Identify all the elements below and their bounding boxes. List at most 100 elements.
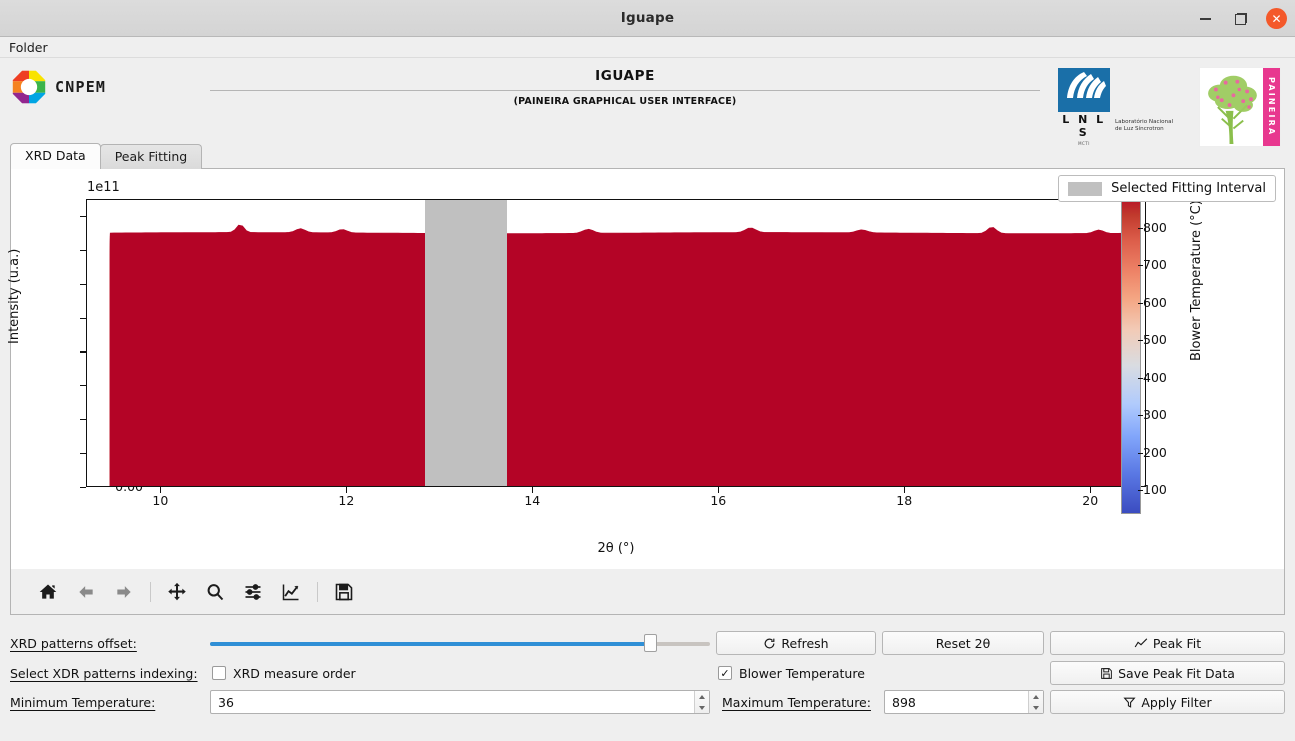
close-icon[interactable]: ✕ xyxy=(1266,8,1287,29)
y-axis-offset-text: 1e11 xyxy=(87,180,120,195)
save-icon xyxy=(1101,667,1112,679)
tab-bar: XRD Data Peak Fitting xyxy=(10,143,203,169)
toolbar-separator xyxy=(150,581,151,602)
tab-peak-fitting[interactable]: Peak Fitting xyxy=(99,144,203,169)
x-tick-mark xyxy=(904,487,906,493)
reset-2theta-button[interactable]: Reset 2θ xyxy=(882,631,1044,655)
x-tick-label: 12 xyxy=(338,493,355,508)
maximum-temperature-spinbox[interactable]: 898 xyxy=(884,690,1044,714)
apply-filter-button-label: Apply Filter xyxy=(1141,694,1212,710)
x-tick-label: 18 xyxy=(896,493,913,508)
app-title-block: IGUAPE (PAINEIRA GRAPHICAL USER INTERFAC… xyxy=(210,68,1040,107)
colorbar-tick-label: 600 xyxy=(1138,294,1167,310)
menu-bar: Folder xyxy=(0,37,1295,58)
subplot-config-icon[interactable] xyxy=(238,577,268,607)
colorbar-tick-label: 100 xyxy=(1138,482,1167,498)
home-icon[interactable] xyxy=(33,577,63,607)
plot-axes[interactable] xyxy=(86,199,1146,487)
refresh-icon xyxy=(764,638,775,648)
legend-label-fitting-interval: Selected Fitting Interval xyxy=(1111,181,1266,196)
x-tick-label: 20 xyxy=(1082,493,1099,508)
colorbar-gradient xyxy=(1121,191,1141,514)
lnls-logo: L N L S MCTI Laboratório Nacional de Luz… xyxy=(1058,68,1177,146)
colorbar-tick-label: 800 xyxy=(1138,219,1167,235)
minimum-temperature-value[interactable]: 36 xyxy=(211,695,694,710)
app-title: IGUAPE xyxy=(595,68,655,84)
paineira-banner: PAINEIRA xyxy=(1263,68,1280,146)
zoom-icon[interactable] xyxy=(200,577,230,607)
y-tick-mark xyxy=(80,487,86,489)
xrd-measure-order-checkbox[interactable]: XRD measure order xyxy=(212,666,356,681)
max-temp-step-down[interactable] xyxy=(1029,702,1043,713)
x-tick-label: 10 xyxy=(152,493,169,508)
selected-fitting-interval-band xyxy=(425,200,508,486)
matplotlib-toolbar xyxy=(11,569,1284,614)
paineira-logo: PAINEIRA xyxy=(1199,67,1281,147)
title-bar: Iguape ✕ xyxy=(0,0,1295,37)
lnls-caption: Laboratório Nacional de Luz Síncrotron xyxy=(1115,118,1174,133)
bottom-controls: XRD patterns offset: Refresh Reset 2θ Pe… xyxy=(0,622,1295,741)
peak-fit-button-label: Peak Fit xyxy=(1152,635,1202,651)
save-peak-fit-data-button[interactable]: Save Peak Fit Data xyxy=(1050,661,1285,685)
x-tick-label: 16 xyxy=(710,493,727,508)
paineira-label: PAINEIRA xyxy=(1267,77,1276,137)
minimum-temperature-steppers[interactable] xyxy=(694,691,709,713)
colorbar-tick-label: 200 xyxy=(1138,444,1167,460)
minimize-icon[interactable] xyxy=(1194,8,1216,30)
blower-temperature-label: Blower Temperature xyxy=(739,665,865,681)
window-controls: ✕ xyxy=(1194,0,1287,37)
maximum-temperature-steppers[interactable] xyxy=(1028,691,1043,713)
x-axis-label: 2θ (°) xyxy=(597,541,635,556)
cnpem-logo-text: CNPEM xyxy=(55,78,107,96)
maximize-icon[interactable] xyxy=(1230,8,1252,30)
save-peak-fit-data-button-label: Save Peak Fit Data xyxy=(1118,665,1235,681)
lnls-letters: L N L S xyxy=(1062,113,1106,139)
apply-filter-button[interactable]: Apply Filter xyxy=(1050,690,1285,714)
refresh-button-label: Refresh xyxy=(781,635,829,651)
lnls-footer: MCTI xyxy=(1078,141,1090,146)
app-header: CNPEM IGUAPE (PAINEIRA GRAPHICAL USER IN… xyxy=(0,58,1295,147)
refresh-button[interactable]: Refresh xyxy=(716,631,876,655)
x-tick-label: 14 xyxy=(524,493,541,508)
peak-fit-button[interactable]: Peak Fit xyxy=(1050,631,1285,655)
save-icon[interactable] xyxy=(329,577,359,607)
window-title: Iguape xyxy=(620,10,675,26)
peak-fit-icon xyxy=(1134,637,1148,647)
max-temp-step-up[interactable] xyxy=(1029,691,1043,702)
slider-handle[interactable] xyxy=(644,634,657,652)
x-tick-mark xyxy=(1090,487,1092,493)
min-temp-step-down[interactable] xyxy=(695,702,709,713)
maximum-temperature-value[interactable]: 898 xyxy=(885,695,1028,710)
plot-legend: Selected Fitting Interval xyxy=(1058,175,1276,202)
edit-curve-icon[interactable] xyxy=(276,577,306,607)
toolbar-separator-2 xyxy=(317,581,318,602)
paineira-tree-icon xyxy=(1200,68,1263,146)
waterfall-curves xyxy=(109,219,1123,486)
xrd-measure-order-checkbox-box[interactable] xyxy=(212,666,226,680)
x-tick-mark xyxy=(346,487,348,493)
tab-xrd-data[interactable]: XRD Data xyxy=(10,143,101,169)
min-temp-step-up[interactable] xyxy=(695,691,709,702)
xrd-plot[interactable]: 1e11 Intensity (u.a.) 2θ (°) 0.000.250.5… xyxy=(7,169,1284,569)
lnls-mark-icon xyxy=(1058,68,1110,112)
pan-icon[interactable] xyxy=(162,577,192,607)
colorbar-tick-label: 300 xyxy=(1138,407,1167,423)
reset-2theta-button-label: Reset 2θ xyxy=(935,635,991,651)
colorbar-tick-label: 500 xyxy=(1138,332,1167,348)
menu-item-folder[interactable]: Folder xyxy=(0,37,57,58)
colorbar-tick-label: 400 xyxy=(1138,369,1167,385)
controls-row-temperature: Minimum Temperature: 36 Maximum Temperat… xyxy=(0,687,1295,717)
back-arrow-icon[interactable] xyxy=(71,577,101,607)
offset-slider[interactable] xyxy=(210,633,710,653)
xrd-measure-order-label: XRD measure order xyxy=(233,665,356,681)
colorbar-tick-label: 700 xyxy=(1138,257,1167,273)
blower-temperature-checkbox-box[interactable]: ✓ xyxy=(718,666,732,680)
forward-arrow-icon[interactable] xyxy=(109,577,139,607)
controls-row-offset: XRD patterns offset: Refresh Reset 2θ Pe… xyxy=(0,628,1295,658)
offset-label: XRD patterns offset: xyxy=(10,635,137,651)
minimum-temperature-label: Minimum Temperature: xyxy=(10,694,156,710)
minimum-temperature-spinbox[interactable]: 36 xyxy=(210,690,710,714)
blower-temperature-checkbox[interactable]: ✓ Blower Temperature xyxy=(718,666,865,681)
cnpem-logo: CNPEM xyxy=(12,70,106,104)
colorbar-label: Blower Temperature (°C) xyxy=(1189,200,1204,361)
